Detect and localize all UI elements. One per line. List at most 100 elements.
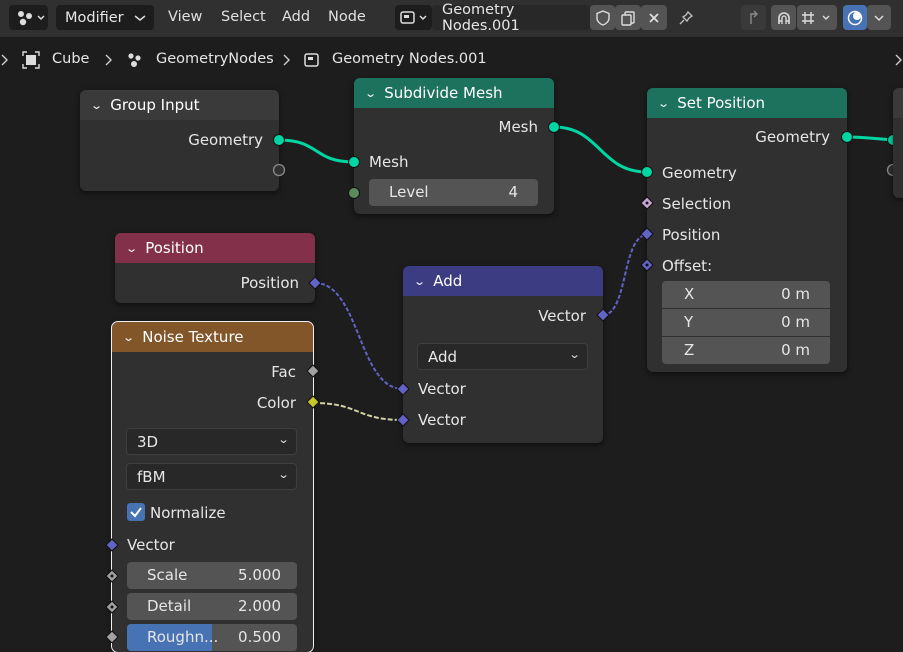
menu-node[interactable]: Node (328, 9, 366, 25)
chevron-right-icon (895, 54, 902, 66)
grid-snap-icon (802, 11, 830, 24)
menu-view[interactable]: View (168, 9, 202, 25)
chevron-down-icon (134, 15, 146, 21)
overlay-icon (847, 10, 863, 25)
snap-target-dropdown[interactable] (797, 5, 837, 30)
node-tree-name: Geometry Nodes.001 (442, 1, 520, 34)
geometry-nodes-type-dropdown[interactable]: Modifier (56, 5, 154, 30)
roughness-label: Roughn... (147, 628, 219, 646)
set-position-position-label: Position (662, 226, 721, 244)
set-position-header[interactable]: ⌄ Set Position (647, 88, 847, 118)
detail-field[interactable]: Detail 2.000 (127, 593, 297, 620)
vector-add-title: Add (433, 272, 463, 290)
subdivide-mesh-node[interactable]: ⌄ Subdivide Mesh Mesh Mesh Level 4 (354, 78, 554, 214)
dimensions-dropdown[interactable]: 3D ⌄ (126, 428, 297, 455)
browse-node-tree-button[interactable] (395, 5, 432, 30)
offset-z-label: Z (684, 341, 695, 359)
breadcrumb-modifier: GeometryNodes (156, 51, 274, 67)
menu-add[interactable]: Add (282, 9, 310, 25)
offset-z-field[interactable]: Z 0 m (662, 337, 830, 364)
geometry-nodes-type-label: Modifier (65, 9, 124, 26)
level-field[interactable]: Level 4 (369, 179, 538, 206)
operation-value: Add (428, 348, 458, 366)
dimensions-value: 3D (137, 433, 159, 451)
unlink-node-tree-button[interactable] (641, 5, 667, 30)
link-position-to-add (314, 282, 404, 390)
scale-field[interactable]: Scale 5.000 (127, 562, 297, 589)
collapse-chevron-icon[interactable]: ⌄ (413, 275, 426, 288)
node-editor-header: Modifier View Select Add Node Geometry N… (0, 0, 903, 37)
level-value: 4 (508, 183, 518, 201)
position-output-label: Position (240, 274, 299, 292)
roughness-value: 0.500 (238, 628, 281, 646)
noise-texture-title: Noise Texture (142, 328, 244, 346)
scale-label: Scale (147, 566, 188, 584)
node-tree-icon (304, 53, 319, 67)
collapse-chevron-icon[interactable]: ⌄ (364, 87, 377, 100)
magnet-icon (777, 11, 790, 24)
offset-y-field[interactable]: Y 0 m (662, 309, 830, 336)
vector-add-input-a-label: Vector (418, 380, 466, 398)
noise-type-value: fBM (137, 468, 166, 486)
scale-value: 5.000 (238, 566, 281, 584)
geometry-nodes-modifier-icon (128, 53, 141, 67)
overlays-toggle[interactable] (843, 5, 867, 30)
chevron-down-icon: ⌄ (568, 348, 581, 361)
collapse-chevron-icon[interactable]: ⌄ (657, 97, 670, 110)
checkmark-icon (130, 507, 142, 518)
link-noise-color-to-add (312, 402, 404, 421)
noise-type-dropdown[interactable]: fBM ⌄ (126, 463, 297, 490)
node-tree-name-field[interactable]: Geometry Nodes.001 (432, 2, 590, 34)
pin-icon (679, 10, 694, 24)
duplicate-node-tree-button[interactable] (615, 5, 641, 30)
arrow-up-icon (749, 10, 758, 24)
roughness-slider[interactable]: Roughn... 0.500 (127, 624, 297, 651)
noise-texture-node[interactable]: ⌄ Noise Texture Fac Color 3D ⌄ fBM ⌄ Nor… (111, 321, 314, 652)
vector-add-node[interactable]: ⌄ Add Vector Add ⌄ Vector Vector (403, 266, 603, 443)
link-add-to-set-position (602, 234, 648, 316)
vector-add-header[interactable]: ⌄ Add (403, 266, 603, 296)
offset-x-field[interactable]: X 0 m (662, 281, 830, 308)
breadcrumb-node-tree: Geometry Nodes.001 (332, 51, 487, 67)
detail-label: Detail (147, 597, 192, 615)
set-position-offset-label: Offset: (662, 257, 713, 275)
position-title: Position (145, 239, 204, 257)
link-group-input-to-subdivide (278, 138, 355, 164)
subdivide-mesh-title: Subdivide Mesh (384, 84, 503, 102)
collapse-chevron-icon[interactable]: ⌄ (122, 331, 135, 344)
collapse-chevron-icon[interactable]: ⌄ (125, 242, 138, 255)
chevron-right-icon (1, 54, 8, 66)
pin-button[interactable] (674, 5, 698, 30)
vector-add-input-b-label: Vector (418, 411, 466, 429)
breadcrumb: Cube GeometryNodes Geometry Nodes.001 (0, 44, 903, 76)
vector-add-output-label: Vector (538, 307, 586, 325)
menu-select[interactable]: Select (221, 9, 266, 25)
editor-type-selector[interactable] (9, 5, 48, 30)
set-position-node[interactable]: ⌄ Set Position Geometry Geometry Selecti… (647, 88, 847, 372)
set-position-selection-label: Selection (662, 195, 732, 213)
chevron-right-icon (283, 54, 290, 66)
partial-output-node[interactable] (893, 88, 903, 198)
normalize-checkbox[interactable] (127, 503, 145, 521)
detail-value: 2.000 (238, 597, 281, 615)
group-input-header[interactable]: ⌄ Group Input (80, 90, 279, 120)
partial-output-header (893, 88, 903, 118)
position-node[interactable]: ⌄ Position Position (115, 233, 315, 303)
overlays-dropdown[interactable] (867, 5, 891, 30)
offset-x-value: 0 m (781, 285, 810, 303)
collapse-chevron-icon[interactable]: ⌄ (90, 99, 103, 112)
fake-user-button[interactable] (590, 5, 615, 30)
normalize-label: Normalize (150, 504, 226, 522)
set-position-output-label: Geometry (755, 128, 830, 146)
breadcrumb-object: Cube (52, 51, 90, 67)
position-header[interactable]: ⌄ Position (115, 233, 315, 263)
subdivide-mesh-header[interactable]: ⌄ Subdivide Mesh (354, 78, 554, 108)
close-icon (649, 12, 659, 23)
operation-dropdown[interactable]: Add ⌄ (417, 343, 588, 370)
parent-node-tree-button[interactable] (741, 5, 766, 30)
group-input-node[interactable]: ⌄ Group Input Geometry (80, 90, 279, 191)
noise-texture-header[interactable]: ⌄ Noise Texture (112, 322, 313, 352)
snapping-toggle[interactable] (771, 5, 796, 30)
duplicate-icon (621, 10, 635, 26)
subdivide-mesh-output-label: Mesh (498, 118, 539, 136)
